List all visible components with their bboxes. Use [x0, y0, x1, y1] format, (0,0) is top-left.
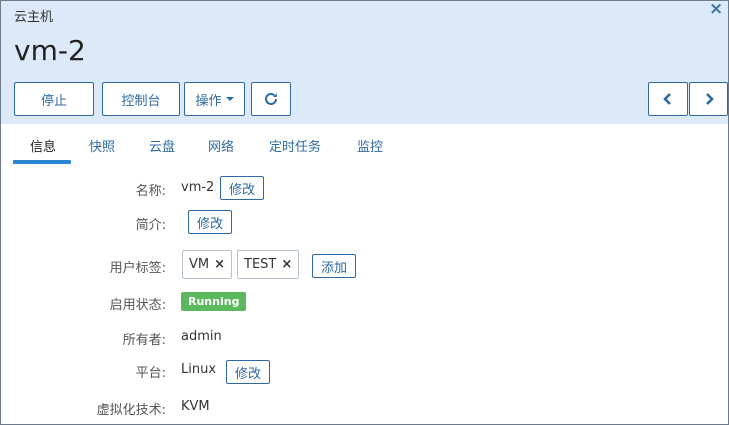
tab-bar: 信息 快照 云盘 网络 定时任务 监控 [1, 124, 728, 166]
prev-button[interactable] [648, 82, 688, 116]
description-edit-button[interactable]: 修改 [188, 210, 232, 234]
header: 云主机 vm-2 × 停止 控制台 操作 [1, 0, 728, 124]
actions-dropdown[interactable]: 操作 [184, 82, 245, 116]
chevron-left-icon [663, 93, 671, 105]
tab-info[interactable]: 信息 [30, 136, 56, 155]
stop-button[interactable]: 停止 [14, 82, 94, 116]
next-button[interactable] [689, 82, 728, 116]
tag-remove-icon[interactable]: × [281, 257, 292, 272]
caret-down-icon [225, 97, 234, 101]
add-tag-button[interactable]: 添加 [312, 254, 356, 278]
actions-dropdown-label: 操作 [195, 93, 222, 109]
tab-snapshots[interactable]: 快照 [89, 136, 115, 155]
platform-label: 平台: [135, 366, 166, 381]
platform-value: Linux [181, 362, 217, 377]
name-edit-button[interactable]: 修改 [220, 176, 264, 200]
tab-volumes[interactable]: 云盘 [149, 136, 175, 155]
virtualization-label: 虚拟化技术: [96, 403, 166, 418]
platform-edit-button[interactable]: 修改 [226, 360, 270, 384]
active-tab-indicator [13, 160, 71, 164]
owner-value: admin [181, 329, 222, 344]
refresh-button[interactable] [251, 82, 291, 116]
description-label: 简介: [135, 218, 166, 233]
tag-text: TEST [244, 257, 277, 272]
tag-text: VM [189, 257, 210, 272]
tab-monitoring[interactable]: 监控 [357, 136, 383, 155]
tag-remove-icon[interactable]: × [214, 257, 225, 272]
resource-type-label: 云主机 [14, 10, 54, 25]
tab-scheduled-tasks[interactable]: 定时任务 [269, 136, 321, 155]
name-value: vm-2 [181, 180, 215, 195]
console-button[interactable]: 控制台 [102, 82, 180, 116]
tab-network[interactable]: 网络 [208, 136, 234, 155]
chevron-right-icon [705, 93, 714, 105]
owner-label: 所有者: [122, 333, 166, 348]
console-button-label: 控制台 [121, 93, 161, 109]
name-label: 名称: [135, 184, 166, 199]
tags-label: 用户标签: [109, 261, 166, 276]
close-icon[interactable]: × [709, 0, 723, 19]
stop-button-label: 停止 [40, 93, 67, 109]
tag-chip: VM × [182, 250, 233, 279]
state-label: 启用状态: [109, 298, 166, 313]
page-title: vm-2 [14, 34, 86, 67]
virtualization-value: KVM [181, 399, 210, 414]
status-badge: Running [181, 292, 247, 311]
refresh-icon [265, 92, 277, 105]
tag-chip: TEST × [237, 250, 300, 279]
